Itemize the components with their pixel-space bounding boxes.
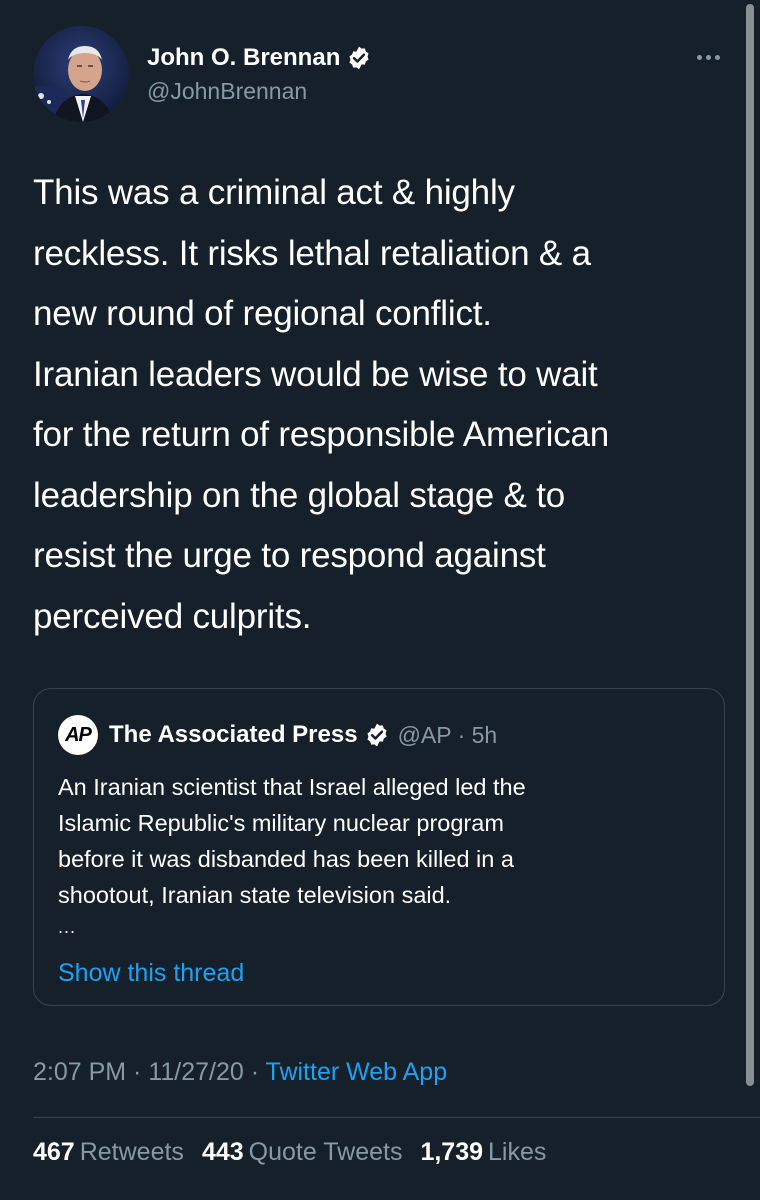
stats-divider bbox=[33, 1117, 760, 1118]
quoted-text-ellipsis: ... bbox=[58, 917, 77, 937]
scrollbar[interactable] bbox=[746, 4, 754, 1086]
tweet-text-line: new round of regional conflict. bbox=[33, 294, 492, 333]
tweet-text-line: leadership on the global stage & to bbox=[33, 475, 565, 515]
tweet-text-line: reckless. It risks lethal retaliation & … bbox=[33, 233, 591, 273]
retweets-count: 467 bbox=[33, 1138, 75, 1166]
ap-logo-avatar: AP bbox=[58, 715, 98, 755]
tweet-detail-page: John O. Brennan @JohnBrennan This was a … bbox=[0, 0, 760, 1200]
quoted-tweet-card[interactable]: AP The Associated Press @AP · 5h An Iran… bbox=[33, 688, 725, 1006]
quoted-tweet-header: AP The Associated Press @AP · 5h bbox=[58, 715, 497, 755]
ap-logo-text: AP bbox=[65, 723, 92, 746]
more-dot-icon bbox=[705, 54, 711, 60]
likes-stat[interactable]: 1,739 Likes bbox=[420, 1138, 546, 1167]
engagement-stats: 467 Retweets 443 Quote Tweets 1,739 Likes bbox=[33, 1138, 564, 1167]
quoted-text-line: shootout, Iranian state television said. bbox=[58, 882, 452, 908]
avatar-photo-icon bbox=[33, 26, 129, 122]
tweet-text-line: for the return of responsible American bbox=[33, 415, 610, 454]
tweet-text-line: perceived culprits. bbox=[33, 596, 312, 636]
tweet-text: This was a criminal act & highly reckles… bbox=[33, 163, 733, 647]
tweet-text-line: Iranian leaders would be wise to wait bbox=[33, 354, 598, 394]
source-app-link[interactable]: Twitter Web App bbox=[266, 1058, 448, 1086]
quote-tweets-count: 443 bbox=[201, 1138, 244, 1166]
quoted-text-line: An Iranian scientist that Israel alleged… bbox=[58, 774, 526, 800]
retweets-stat[interactable]: 467 Retweets bbox=[33, 1138, 184, 1167]
quoted-tweet-text: An Iranian scientist that Israel alleged… bbox=[58, 769, 708, 913]
tweet-timestamp[interactable]: 2:07 PM · 11/27/20 · bbox=[33, 1058, 266, 1086]
tweet-timestamp-row: 2:07 PM · 11/27/20 · Twitter Web App bbox=[33, 1058, 447, 1087]
verified-badge-icon bbox=[349, 46, 369, 70]
more-options-button[interactable] bbox=[688, 42, 728, 72]
likes-count: 1,739 bbox=[420, 1138, 484, 1166]
author-avatar[interactable] bbox=[33, 26, 129, 122]
show-thread-link[interactable]: Show this thread bbox=[58, 959, 244, 988]
author-handle[interactable]: @JohnBrennan bbox=[147, 78, 307, 105]
more-dot-icon bbox=[714, 54, 720, 60]
verified-badge-icon bbox=[367, 723, 387, 747]
author-name[interactable]: John O. Brennan bbox=[147, 44, 372, 72]
quoted-handle-time: @AP · 5h bbox=[397, 721, 498, 748]
quote-tweets-stat[interactable]: 443 Quote Tweets bbox=[202, 1138, 403, 1167]
author-name-text[interactable]: John O. Brennan bbox=[147, 44, 340, 72]
retweets-label: Retweets bbox=[79, 1138, 184, 1166]
tweet-text-line: resist the urge to respond against bbox=[33, 536, 546, 575]
quoted-text-line: Islamic Republic's military nuclear prog… bbox=[58, 810, 504, 836]
tweet-text-line: This was a criminal act & highly bbox=[33, 173, 515, 212]
quote-tweets-label: Quote Tweets bbox=[248, 1138, 403, 1166]
quoted-author-name: The Associated Press bbox=[109, 721, 358, 748]
likes-label: Likes bbox=[488, 1138, 547, 1166]
quoted-text-line: before it was disbanded has been killed … bbox=[58, 846, 514, 872]
more-dot-icon bbox=[696, 54, 702, 60]
